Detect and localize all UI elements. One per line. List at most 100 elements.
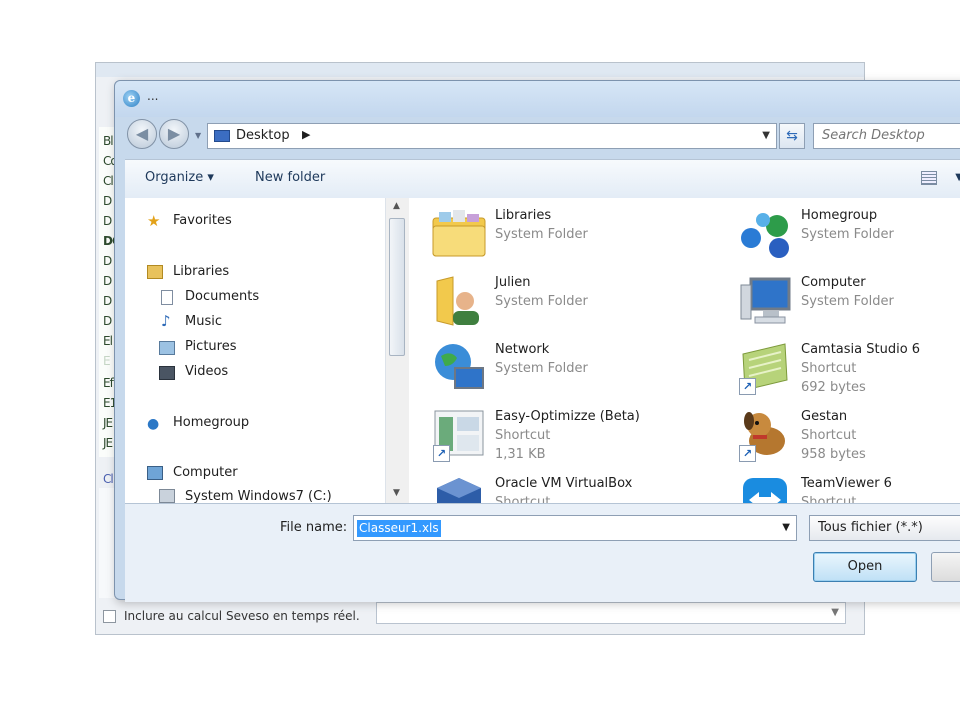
list-item: D — [103, 214, 112, 228]
network-icon — [435, 344, 484, 389]
file-size: 692 bytes — [801, 380, 866, 395]
drive-icon — [159, 489, 175, 503]
shortcut-arrow-icon: ↗ — [739, 378, 756, 395]
file-size: 1,31 KB — [495, 447, 546, 462]
scroll-thumb[interactable] — [389, 218, 405, 356]
file-name: Computer — [801, 275, 866, 290]
nav-videos[interactable]: Videos — [185, 364, 228, 379]
internet-explorer-icon: e — [123, 90, 140, 107]
file-name: TeamViewer 6 — [801, 476, 892, 491]
libraries-folder-icon — [432, 210, 486, 257]
file-item-teamviewer[interactable]: TeamViewer 6 Shortcut — [737, 474, 960, 503]
recent-locations-dropdown[interactable]: ▼ — [195, 131, 201, 140]
file-type: Shortcut — [801, 495, 857, 503]
user-folder-icon — [436, 276, 479, 326]
file-name: Julien — [495, 275, 531, 290]
refresh-button[interactable]: ⇆ — [779, 123, 805, 149]
list-item: Cl — [103, 174, 114, 188]
address-location[interactable]: Desktop — [236, 128, 290, 143]
file-item-network[interactable]: Network System Folder — [431, 340, 731, 400]
scroll-down-icon[interactable]: ▼ — [393, 488, 400, 498]
chevron-down-icon[interactable]: ▼ — [782, 522, 790, 533]
list-item: E — [103, 354, 111, 368]
file-item-computer[interactable]: Computer System Folder — [737, 273, 960, 333]
file-item-homegroup[interactable]: Homegroup System Folder — [737, 206, 960, 266]
file-type-select[interactable]: Tous fichier (*.*) — [809, 515, 960, 541]
dialog-footer: File name: Classeur1.xls ▼ Tous fichier … — [125, 503, 960, 602]
address-bar[interactable]: Desktop ▶ ▼ — [207, 123, 777, 149]
nav-pictures[interactable]: Pictures — [185, 339, 236, 354]
file-type: System Folder — [495, 361, 588, 376]
nav-homegroup[interactable]: Homegroup — [173, 415, 249, 430]
file-item-easy-optimizze[interactable]: ↗ Easy-Optimizze (Beta) Shortcut 1,31 KB — [431, 407, 731, 467]
search-box[interactable] — [813, 123, 960, 149]
navigation-scrollbar[interactable]: ▲ ▼ — [385, 198, 410, 503]
file-name-value[interactable]: Classeur1.xls — [357, 520, 441, 537]
seveso-checkbox[interactable] — [103, 610, 116, 623]
teamviewer-icon — [743, 478, 787, 503]
file-name: Easy-Optimizze (Beta) — [495, 409, 640, 424]
list-item: JE — [103, 436, 113, 450]
cancel-button[interactable] — [931, 552, 960, 582]
nav-music[interactable]: Music — [185, 314, 222, 329]
address-dropdown-icon[interactable]: ▼ — [762, 130, 770, 141]
star-icon: ★ — [147, 212, 161, 230]
file-type: Shortcut — [801, 361, 857, 376]
nav-libraries[interactable]: Libraries — [173, 264, 229, 279]
open-button[interactable]: Open — [813, 552, 917, 582]
nav-favorites[interactable]: Favorites — [173, 213, 232, 228]
list-item: D — [103, 314, 112, 328]
file-type-value: Tous fichier (*.*) — [818, 520, 923, 535]
desktop-icon — [214, 130, 230, 142]
refresh-icon: ⇆ — [786, 128, 798, 144]
file-name-label: File name: — [280, 520, 348, 535]
shortcut-arrow-icon: ↗ — [739, 445, 756, 462]
virtualbox-icon — [437, 478, 481, 503]
homegroup-icon — [741, 213, 789, 258]
background-combobox[interactable]: ▼ — [376, 602, 846, 624]
file-name: Network — [495, 342, 550, 357]
organize-button[interactable]: Organize ▾ — [145, 170, 214, 185]
list-item: D — [103, 194, 112, 208]
list-item: El — [103, 334, 113, 348]
file-name: Homegroup — [801, 208, 878, 223]
dialog-toolbar: Organize ▾ New folder ▼ — [125, 159, 960, 199]
file-item-julien[interactable]: Julien System Folder — [431, 273, 731, 333]
homegroup-icon: ● — [147, 416, 160, 432]
file-type: Shortcut — [495, 495, 551, 503]
nav-system-drive[interactable]: System Windows7 (C:) — [185, 489, 332, 503]
chevron-down-icon: ▼ — [831, 607, 839, 618]
open-file-dialog: e ... ◀ ▶ ▼ Desktop ▶ ▼ ⇆ Organize ▾ New… — [114, 80, 960, 602]
documents-icon — [161, 290, 173, 305]
nav-computer[interactable]: Computer — [173, 465, 238, 480]
background-titlebar — [96, 63, 864, 77]
file-type: System Folder — [801, 294, 894, 309]
file-item-virtualbox[interactable]: Oracle VM VirtualBox Shortcut — [431, 474, 731, 503]
file-item-camtasia[interactable]: ↗ Camtasia Studio 6 Shortcut 692 bytes — [737, 340, 960, 400]
scroll-up-icon[interactable]: ▲ — [393, 201, 400, 211]
search-input[interactable] — [814, 124, 960, 146]
back-button[interactable]: ◀ — [127, 119, 157, 149]
shortcut-arrow-icon: ↗ — [433, 445, 450, 462]
file-type: System Folder — [495, 227, 588, 242]
videos-icon — [159, 366, 175, 380]
libraries-icon — [147, 265, 163, 279]
file-type: System Folder — [801, 227, 894, 242]
breadcrumb-arrow-icon[interactable]: ▶ — [302, 128, 310, 141]
nav-documents[interactable]: Documents — [185, 289, 259, 304]
file-item-libraries[interactable]: Libraries System Folder — [431, 206, 731, 266]
file-type: Shortcut — [495, 428, 551, 443]
file-type: Shortcut — [801, 428, 857, 443]
file-item-gestan[interactable]: ↗ Gestan Shortcut 958 bytes — [737, 407, 960, 467]
new-folder-button[interactable]: New folder — [255, 170, 325, 185]
list-item: Bl — [103, 134, 114, 148]
grid-label: Cl — [103, 472, 114, 486]
view-options-dropdown-icon[interactable]: ▼ — [955, 172, 960, 183]
dialog-titlebar: e ... — [115, 81, 960, 117]
forward-button[interactable]: ▶ — [159, 119, 189, 149]
file-name-field[interactable]: Classeur1.xls ▼ — [353, 515, 797, 541]
file-type: System Folder — [495, 294, 588, 309]
view-options-icon[interactable] — [921, 171, 937, 185]
list-item: D — [103, 294, 112, 308]
dialog-title: ... — [147, 89, 159, 103]
